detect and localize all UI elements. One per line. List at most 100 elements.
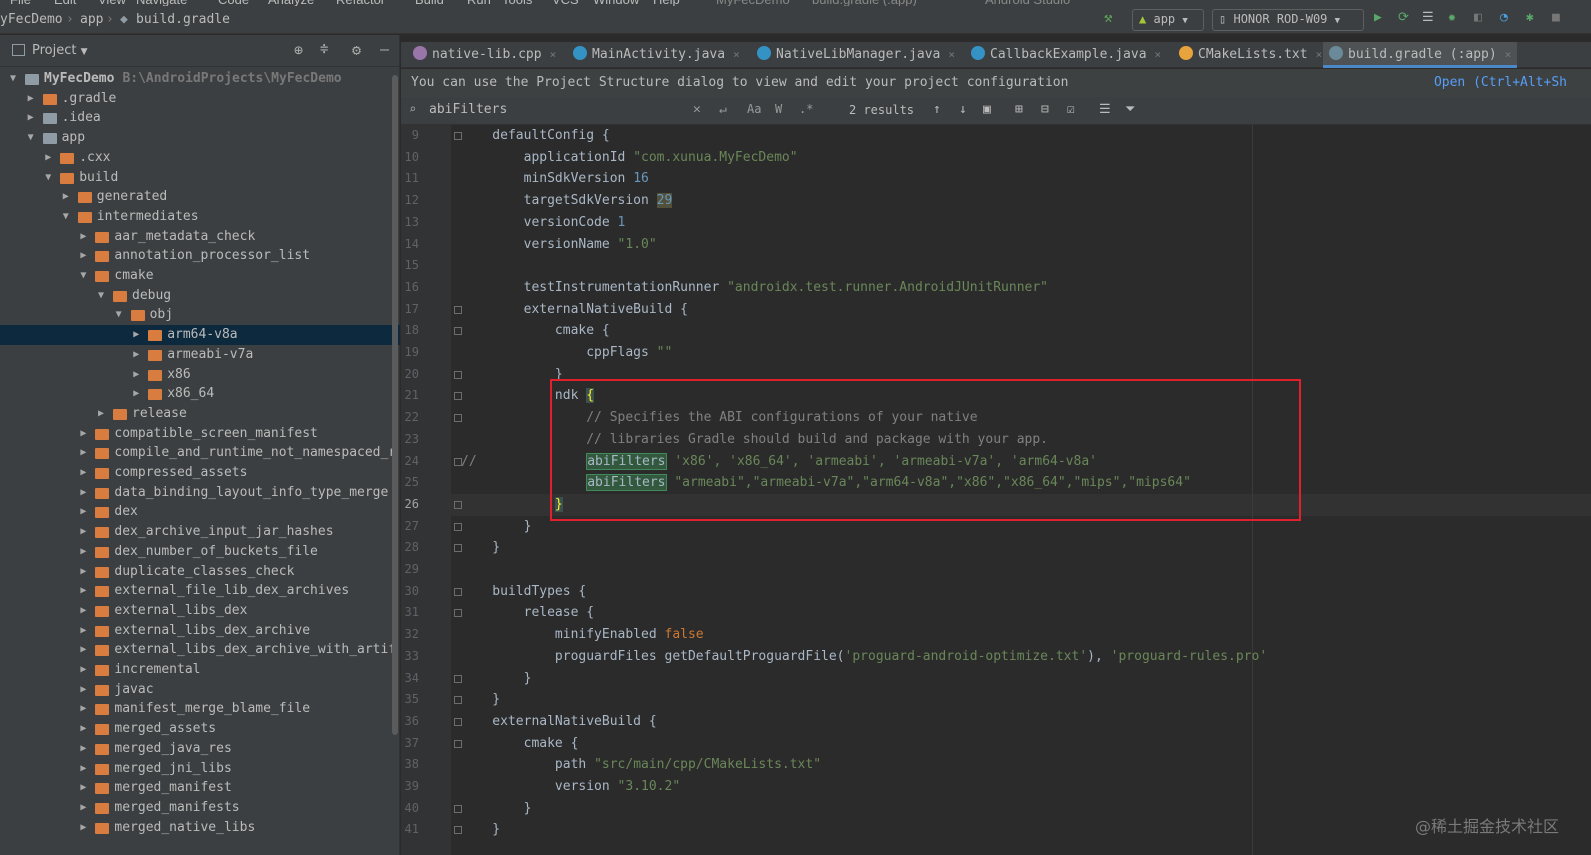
expanded-arrow-icon[interactable]: ▼ — [80, 266, 90, 286]
whole-words-toggle[interactable]: W — [775, 102, 782, 116]
fold-marker-icon[interactable] — [454, 370, 462, 379]
next-occurrence-icon[interactable]: ↓ — [959, 102, 967, 117]
collapsed-arrow-icon[interactable]: ▶ — [80, 542, 90, 562]
close-tab-icon[interactable]: × — [1505, 48, 1512, 61]
fold-marker-icon[interactable] — [454, 457, 462, 466]
expanded-arrow-icon[interactable]: ▼ — [116, 305, 126, 325]
collapsed-arrow-icon[interactable]: ▶ — [80, 522, 90, 542]
collapsed-arrow-icon[interactable]: ▶ — [80, 798, 90, 818]
editor-tab[interactable]: native-lib.cpp × — [407, 42, 562, 68]
fold-marker-icon[interactable] — [454, 132, 462, 140]
collapsed-arrow-icon[interactable]: ▶ — [80, 699, 90, 719]
filter-icon[interactable]: ⏷ — [1125, 102, 1135, 117]
tree-item[interactable]: ▶ merged_manifests — [0, 798, 400, 818]
multiline-icon[interactable]: ☰ — [1099, 102, 1111, 117]
tree-item[interactable]: ▶ dex — [0, 502, 400, 522]
stop-icon[interactable]: ■ — [1552, 10, 1566, 25]
remove-occurrence-icon[interactable]: ⊟ — [1041, 102, 1049, 117]
tree-item[interactable]: ▼ cmake — [0, 266, 400, 286]
collapsed-arrow-icon[interactable]: ▶ — [80, 601, 90, 621]
tree-item[interactable]: ▼ debug — [0, 286, 400, 306]
tree-item[interactable]: ▶ javac — [0, 680, 400, 700]
close-tab-icon[interactable]: × — [550, 48, 557, 61]
tree-item[interactable]: ▶ generated — [0, 187, 400, 207]
collapsed-arrow-icon[interactable]: ▶ — [133, 384, 143, 404]
collapsed-arrow-icon[interactable]: ▶ — [80, 739, 90, 759]
collapsed-arrow-icon[interactable]: ▶ — [80, 502, 90, 522]
collapsed-arrow-icon[interactable]: ▶ — [133, 325, 143, 345]
tree-item[interactable]: ▶ external_libs_dex — [0, 601, 400, 621]
tree-item[interactable]: ▶ merged_java_res — [0, 739, 400, 759]
tree-item[interactable]: ▼ build — [0, 168, 400, 188]
collapsed-arrow-icon[interactable]: ▶ — [80, 463, 90, 483]
apply-code-changes-icon[interactable]: ☰ — [1422, 10, 1436, 25]
tree-item[interactable]: ▶ .gradle — [0, 89, 400, 109]
tree-item[interactable]: ▶ compatible_screen_manifest — [0, 424, 400, 444]
tree-item[interactable]: ▶ data_binding_layout_info_type_merge — [0, 483, 400, 503]
collapsed-arrow-icon[interactable]: ▶ — [80, 759, 90, 779]
tree-item[interactable]: ▶ external_file_lib_dex_archives — [0, 581, 400, 601]
fold-marker-icon[interactable] — [454, 544, 462, 553]
apply-changes-icon[interactable]: ⟳ — [1398, 10, 1412, 25]
project-view-select[interactable]: Project ▼ — [32, 43, 88, 58]
gear-icon[interactable]: ⚙ — [352, 41, 361, 59]
fold-marker-icon[interactable] — [454, 739, 462, 748]
collapsed-arrow-icon[interactable]: ▶ — [80, 621, 90, 641]
fold-marker-icon[interactable] — [454, 717, 462, 726]
project-tree-scrollbar[interactable] — [392, 75, 398, 735]
tree-item[interactable]: ▶ arm64-v8a — [0, 325, 400, 345]
fold-marker-icon[interactable] — [454, 305, 462, 314]
tree-item[interactable]: ▶ .cxx — [0, 148, 400, 168]
tree-item[interactable]: ▶ x86 — [0, 365, 400, 385]
collapsed-arrow-icon[interactable]: ▶ — [28, 108, 38, 128]
close-tab-icon[interactable]: × — [733, 48, 740, 61]
fold-marker-icon[interactable] — [454, 609, 462, 618]
fold-marker-icon[interactable] — [454, 696, 462, 705]
tree-item[interactable]: ▶ merged_native_libs — [0, 818, 400, 838]
expanded-arrow-icon[interactable]: ▼ — [98, 286, 108, 306]
editor-tab[interactable]: CMakeLists.txt × — [1173, 42, 1328, 68]
collapsed-arrow-icon[interactable]: ▶ — [80, 483, 90, 503]
device-select[interactable]: ▯ HONOR ROD-W09 ▼ — [1212, 9, 1364, 31]
breadcrumb-module[interactable]: app — [80, 12, 103, 27]
tree-item[interactable]: ▶ compressed_assets — [0, 463, 400, 483]
collapsed-arrow-icon[interactable]: ▶ — [80, 246, 90, 266]
select-all-occurrences-icon[interactable]: ☑ — [1067, 102, 1075, 117]
tree-item[interactable]: ▶ external_libs_dex_archive — [0, 621, 400, 641]
collapsed-arrow-icon[interactable]: ▶ — [80, 660, 90, 680]
tree-item[interactable]: ▶ merged_assets — [0, 719, 400, 739]
fold-marker-icon[interactable] — [454, 804, 462, 813]
collapsed-arrow-icon[interactable]: ▶ — [98, 404, 108, 424]
debug-icon[interactable]: ✹ — [1448, 10, 1462, 25]
previous-occurrence-icon[interactable]: ↑ — [933, 102, 941, 117]
fold-marker-icon[interactable] — [454, 522, 462, 531]
close-tab-icon[interactable]: × — [948, 48, 955, 61]
search-icon[interactable]: ⌕ — [409, 102, 416, 116]
locate-file-icon[interactable]: ⊕ — [294, 41, 303, 59]
collapsed-arrow-icon[interactable]: ▶ — [80, 227, 90, 247]
collapsed-arrow-icon[interactable]: ▶ — [80, 719, 90, 739]
tree-item[interactable]: ▶ aar_metadata_check — [0, 227, 400, 247]
fold-marker-icon[interactable] — [454, 500, 462, 509]
add-occurrence-icon[interactable]: ⊞ — [1015, 102, 1023, 117]
close-tab-icon[interactable]: × — [1316, 48, 1323, 61]
editor-tab[interactable]: build.gradle (:app) × — [1323, 42, 1518, 68]
expanded-arrow-icon[interactable]: ▼ — [45, 168, 55, 188]
collapsed-arrow-icon[interactable]: ▶ — [28, 89, 38, 109]
collapsed-arrow-icon[interactable]: ▶ — [80, 562, 90, 582]
tree-item[interactable]: ▼ obj — [0, 305, 400, 325]
collapsed-arrow-icon[interactable]: ▶ — [80, 778, 90, 798]
collapsed-arrow-icon[interactable]: ▶ — [133, 345, 143, 365]
collapsed-arrow-icon[interactable]: ▶ — [80, 680, 90, 700]
new-line-icon[interactable]: ↵ — [719, 102, 727, 117]
expanded-arrow-icon[interactable]: ▼ — [10, 69, 20, 89]
find-input[interactable]: abiFilters — [429, 102, 507, 117]
run-icon[interactable]: ▶ — [1374, 10, 1388, 25]
expanded-arrow-icon[interactable]: ▼ — [63, 207, 73, 227]
collapse-all-icon[interactable]: ≑ — [320, 41, 328, 57]
tree-item[interactable]: ▶ dex_number_of_buckets_file — [0, 542, 400, 562]
fold-marker-icon[interactable] — [454, 327, 462, 336]
tree-item[interactable]: ▼ MyFecDemo B:\AndroidProjects\MyFecDemo — [0, 69, 400, 89]
tree-item[interactable]: ▶ .idea — [0, 108, 400, 128]
collapsed-arrow-icon[interactable]: ▶ — [80, 581, 90, 601]
